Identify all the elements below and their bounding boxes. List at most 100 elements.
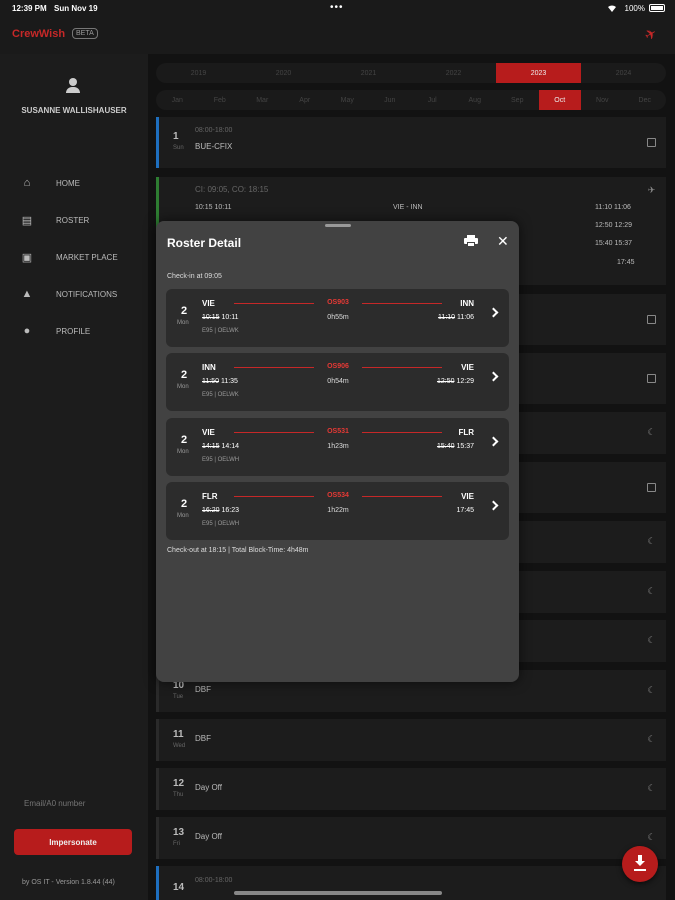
flight-card[interactable]: 2 Mon FLR OS534 VIE 16:20 16:23 1h22m 17…: [166, 482, 509, 540]
month-tab[interactable]: Sep: [496, 90, 539, 110]
scheduled-arrival: 11:10: [438, 314, 456, 321]
scheduled-departure: 16:20: [202, 507, 220, 514]
day-number: 1: [173, 131, 179, 142]
month-tab[interactable]: Nov: [581, 90, 624, 110]
day-weekday: Fri: [173, 841, 180, 847]
month-tab[interactable]: Feb: [199, 90, 242, 110]
day-card-1[interactable]: 1 Sun 08:00-18:00 BUE-CFIX: [156, 117, 666, 168]
scheduled-departure: 10:15: [202, 314, 220, 321]
day-checkin-summary: CI: 09:05, CO: 18:15: [195, 185, 269, 194]
actual-arrival: 12:29: [456, 378, 474, 385]
impersonate-button[interactable]: Impersonate: [14, 829, 132, 855]
day-number: 11: [173, 729, 184, 740]
flight-duration: 1h23m: [327, 443, 349, 450]
aircraft-info: E95 | OELWK: [202, 392, 239, 398]
flight-card[interactable]: 2 Mon INN OS906 VIE 11:50 11:35 0h54m 12…: [166, 353, 509, 411]
flight-duration: 0h54m: [327, 378, 349, 385]
day-card-13[interactable]: 13 Fri Day Off ☾: [156, 817, 666, 859]
wifi-icon: [608, 5, 616, 12]
scheduled-arrival: 15:40: [436, 443, 455, 450]
app-logo[interactable]: CrewWish: [12, 28, 65, 40]
day-weekday: Sun: [173, 145, 184, 151]
month-tab[interactable]: Dec: [624, 90, 667, 110]
moon-icon: ☾: [647, 832, 656, 842]
sidebar-item-notifications[interactable]: ▲ NOTIFICATIONS: [20, 286, 118, 302]
status-bar: 12:39 PM Sun Nov 19 ••• 100%: [0, 0, 675, 18]
month-tab[interactable]: Aug: [454, 90, 497, 110]
day-weekday: Thu: [173, 792, 184, 798]
month-tab[interactable]: Apr: [284, 90, 327, 110]
year-tab[interactable]: 2022: [411, 63, 496, 83]
flight-card[interactable]: 2 Mon VIE OS903 INN 10:15 10:11 0h55m 11…: [166, 289, 509, 347]
roster-icon: ▤: [21, 214, 33, 227]
flight-origin: INN: [202, 363, 216, 372]
sidebar: SUSANNE WALLISHAUSER ⌂ HOME ▤ ROSTER ▣ M…: [0, 54, 148, 900]
chevron-right-icon: [488, 371, 499, 382]
year-tab[interactable]: 2020: [241, 63, 326, 83]
home-indicator[interactable]: [234, 891, 442, 895]
sidebar-item-market-place[interactable]: ▣ MARKET PLACE: [20, 249, 118, 265]
day-title: Day Off: [195, 783, 222, 792]
year-tab[interactable]: 2019: [156, 63, 241, 83]
calendar-icon: [647, 374, 656, 383]
departure-times: 11:50 11:35: [202, 378, 238, 385]
day-card-12[interactable]: 12 Thu Day Off ☾: [156, 768, 666, 810]
actual-arrival: 17:45: [456, 507, 474, 514]
moon-icon: ☾: [647, 635, 656, 645]
month-tab[interactable]: Jan: [156, 90, 199, 110]
day-title: Day Off: [195, 832, 222, 841]
chevron-right-icon: [488, 307, 499, 318]
avatar-icon: [66, 78, 80, 94]
market-icon: ▣: [21, 251, 33, 264]
sidebar-item-profile[interactable]: ● PROFILE: [20, 323, 91, 339]
month-tab[interactable]: Mar: [241, 90, 284, 110]
arrival-times: 11:10 11:06: [438, 314, 474, 321]
sidebar-item-label: HOME: [56, 178, 80, 188]
download-icon: [635, 855, 645, 866]
flight-destination: INN: [460, 299, 474, 308]
month-tab[interactable]: Jun: [369, 90, 412, 110]
person-icon: ●: [23, 325, 31, 337]
departure-times: 10:15 10:11: [202, 314, 238, 321]
sidebar-item-label: MARKET PLACE: [56, 252, 118, 262]
scheduled-arrival: 12:50: [436, 378, 455, 385]
moon-icon: ☾: [647, 586, 656, 596]
drag-handle[interactable]: [325, 224, 351, 227]
flight-day: 2: [181, 369, 188, 381]
year-tab[interactable]: 2024: [581, 63, 666, 83]
print-icon[interactable]: [464, 235, 478, 247]
sidebar-item-roster[interactable]: ▤ ROSTER: [20, 212, 90, 228]
year-tab-selected[interactable]: 2023: [496, 63, 581, 83]
sidebar-item-label: PROFILE: [56, 326, 91, 336]
version-text: by OS IT - Version 1.8.44 (44): [22, 879, 115, 886]
flight-origin: VIE: [202, 299, 215, 308]
multitask-dots-icon[interactable]: •••: [330, 2, 344, 13]
sidebar-item-home[interactable]: ⌂ HOME: [20, 175, 80, 191]
month-tab-selected[interactable]: Oct: [538, 90, 581, 110]
calendar-icon: [647, 315, 656, 324]
day-card-11[interactable]: 11 Wed DBF ☾: [156, 719, 666, 761]
month-tab[interactable]: Jul: [411, 90, 454, 110]
download-button[interactable]: [622, 846, 658, 882]
bell-icon: ▲: [21, 288, 33, 300]
beta-badge: BETA: [72, 28, 98, 39]
email-field[interactable]: [14, 790, 132, 816]
user-name: SUSANNE WALLISHAUSER: [21, 106, 127, 115]
day-number: 13: [173, 827, 185, 838]
actual-departure: 16:23: [221, 507, 240, 514]
actual-departure: 10:11: [221, 314, 239, 321]
flight-card[interactable]: 2 Mon VIE OS531 FLR 14:15 14:14 1h23m 15…: [166, 418, 509, 476]
home-icon: ⌂: [23, 177, 31, 189]
day-arrival: 12:50 12:29: [595, 222, 632, 229]
arrival-times: 17:45: [456, 507, 474, 514]
status-date: Sun Nov 19: [54, 4, 98, 13]
day-weekday: Wed: [173, 743, 186, 749]
year-tab[interactable]: 2021: [326, 63, 411, 83]
day-number: 14: [173, 882, 185, 893]
day-arrival: 11:10 11:06: [595, 204, 631, 211]
departure-times: 16:20 16:23: [202, 507, 239, 514]
flight-weekday: Mon: [177, 513, 189, 519]
arrival-times: 12:50 12:29: [437, 378, 474, 385]
close-icon[interactable]: ✕: [497, 234, 509, 248]
month-tab[interactable]: May: [326, 90, 369, 110]
